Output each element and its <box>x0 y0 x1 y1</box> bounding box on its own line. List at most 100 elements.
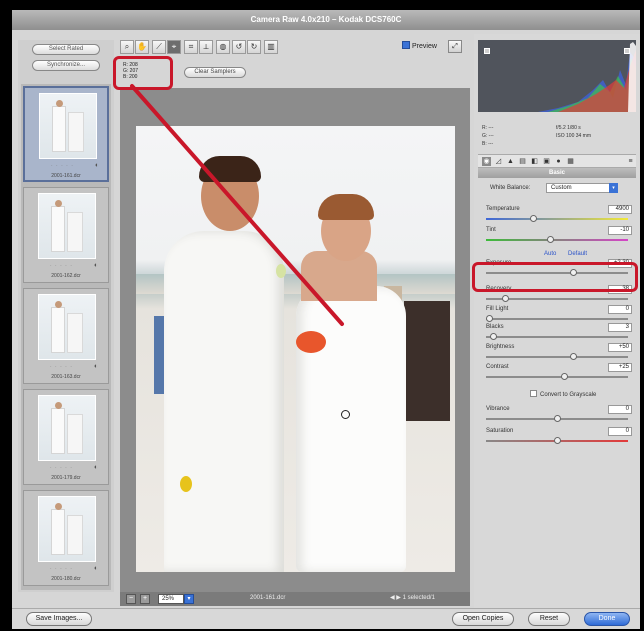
slider-track[interactable] <box>486 218 628 220</box>
hsl-tab-icon[interactable]: ▤ <box>518 157 527 166</box>
slider-vibrance[interactable]: Vibrance 0 <box>486 405 636 428</box>
thumbnail-item[interactable]: · · · · · ◐ 2001-162.dcr <box>23 187 109 283</box>
crop-icon[interactable]: ⌗ <box>184 40 198 54</box>
slider-label: Blacks <box>486 324 504 330</box>
straighten-icon[interactable]: ⟂ <box>199 40 213 54</box>
color-sampler-icon[interactable]: ⌖ <box>167 40 181 54</box>
shadow-clipping-toggle[interactable] <box>484 48 490 54</box>
slider-value-field[interactable]: +25 <box>608 363 632 372</box>
recovery-highlight-annotation <box>472 262 638 292</box>
slider-temperature[interactable]: Temperature 4900 <box>486 205 636 228</box>
convert-grayscale-label: Convert to Grayscale <box>540 392 597 398</box>
edited-badge-icon: ◐ <box>95 162 100 169</box>
auto-link[interactable]: Auto <box>544 251 556 257</box>
select-rated-button[interactable]: Select Rated <box>32 44 100 55</box>
rgb-readout: R: --- G: --- B: --- f/5.2 1/80 s ISO 10… <box>482 124 642 150</box>
zoom-dropdown-icon[interactable]: ▾ <box>184 594 194 604</box>
lens-corrections-tab-icon[interactable]: ▣ <box>542 157 551 166</box>
trash-icon[interactable]: ▥ <box>264 40 278 54</box>
slider-value-field[interactable]: 0 <box>608 305 632 314</box>
slider-track[interactable] <box>486 239 628 241</box>
slider-knob[interactable] <box>486 315 493 322</box>
white-balance-icon[interactable]: ⟋ <box>152 40 166 54</box>
camera-calibration-tab-icon[interactable]: ● <box>554 157 563 166</box>
rating-stars[interactable]: · · · · · <box>50 465 73 471</box>
sampler-highlight-annotation <box>113 56 173 90</box>
tone-curve-tab-icon[interactable]: ◿ <box>494 157 503 166</box>
thumbnail-item[interactable]: · · · · · ◐ 2001-161.dcr <box>23 86 109 182</box>
slider-knob[interactable] <box>502 295 509 302</box>
white-balance-select[interactable]: Custom ▾ <box>546 183 618 193</box>
split-toning-tab-icon[interactable]: ◧ <box>530 157 539 166</box>
image-navigation[interactable]: ◀ ▶ 1 selected/1 <box>390 594 435 601</box>
open-copies-button[interactable]: Open Copies <box>452 612 514 626</box>
thumbnail-filename: 2001-162.dcr <box>51 273 81 279</box>
presets-tab-icon[interactable]: ▦ <box>566 157 575 166</box>
slider-value-field[interactable]: 3 <box>608 323 632 332</box>
checkbox-unchecked-icon <box>530 390 537 397</box>
slider-knob[interactable] <box>554 415 561 422</box>
synchronize-button[interactable]: Synchronize... <box>32 60 100 71</box>
thumbnail-item[interactable]: · · · · · ◐ 2001-179.dcr <box>23 389 109 485</box>
preview-checkbox[interactable]: Preview <box>402 41 437 50</box>
slider-knob[interactable] <box>570 353 577 360</box>
zoom-out-button[interactable]: − <box>126 594 136 604</box>
clear-samplers-button[interactable]: Clear Samplers <box>184 67 246 78</box>
rating-stars[interactable]: · · · · · <box>51 163 74 169</box>
slider-value-field[interactable]: 0 <box>608 427 632 436</box>
thumbnail-item[interactable]: · · · · · ◐ 2001-180.dcr <box>23 490 109 586</box>
readout-b: B: --- <box>482 141 494 147</box>
slider-tint[interactable]: Tint -10 <box>486 226 636 249</box>
done-button[interactable]: Done <box>584 612 630 626</box>
highlight-clipping-toggle[interactable] <box>624 48 630 54</box>
slider-track[interactable] <box>486 356 628 358</box>
slider-value-field[interactable]: -10 <box>608 226 632 235</box>
hand-icon[interactable]: ✋ <box>135 40 149 54</box>
slider-knob[interactable] <box>561 373 568 380</box>
slider-track[interactable] <box>486 376 628 378</box>
retouch-icon[interactable]: ◍ <box>216 40 230 54</box>
slider-value-field[interactable]: 0 <box>608 405 632 414</box>
slider-track[interactable] <box>486 336 628 338</box>
zoom-in-button[interactable]: + <box>140 594 150 604</box>
rating-stars[interactable]: · · · · · <box>50 566 73 572</box>
save-images-button[interactable]: Save Images... <box>26 612 92 626</box>
wedding-photo-preview[interactable] <box>136 126 455 572</box>
reset-button[interactable]: Reset <box>528 612 570 626</box>
thumbnail-image <box>38 395 96 461</box>
slider-knob[interactable] <box>547 236 554 243</box>
window-title: Camera Raw 4.0x210 – Kodak DCS760C <box>12 10 640 30</box>
slider-knob[interactable] <box>490 333 497 340</box>
convert-grayscale-checkbox[interactable]: Convert to Grayscale <box>530 390 596 398</box>
slider-value-field[interactable]: +50 <box>608 343 632 352</box>
auto-default-links: Auto Default <box>544 251 597 257</box>
slider-knob[interactable] <box>530 215 537 222</box>
current-filename: 2001-161.dcr <box>250 595 286 601</box>
thumbnail-filename: 2001-180.dcr <box>51 576 81 582</box>
rotate-left-icon[interactable]: ↺ <box>232 40 246 54</box>
white-balance-value: Custom <box>551 185 572 191</box>
fullscreen-icon[interactable]: ⤢ <box>448 40 462 53</box>
camera-raw-window: Camera Raw 4.0x210 – Kodak DCS760C Selec… <box>12 10 640 629</box>
slider-value-field[interactable]: 4900 <box>608 205 632 214</box>
default-link[interactable]: Default <box>568 251 587 257</box>
histogram <box>478 40 636 112</box>
rating-stars[interactable]: · · · · · <box>50 364 73 370</box>
basic-tab-icon[interactable]: ◉ <box>482 157 491 166</box>
panel-menu-icon[interactable]: ≡ <box>626 157 635 166</box>
edited-badge-icon: ◐ <box>94 363 99 370</box>
rotate-right-icon[interactable]: ↻ <box>247 40 261 54</box>
slider-saturation[interactable]: Saturation 0 <box>486 427 636 450</box>
slider-contrast[interactable]: Contrast +25 <box>486 363 636 386</box>
zoom-icon[interactable]: ⌕ <box>120 40 134 54</box>
slider-label: Fill Light <box>486 306 509 312</box>
image-preview-area[interactable] <box>120 88 470 592</box>
color-sampler-marker-icon[interactable] <box>341 410 350 419</box>
detail-tab-icon[interactable]: ▲ <box>506 157 515 166</box>
rating-stars[interactable]: · · · · · <box>50 263 73 269</box>
zoom-level-field[interactable]: 25% <box>158 594 184 604</box>
slider-knob[interactable] <box>554 437 561 444</box>
thumbnail-item[interactable]: · · · · · ◐ 2001-163.dcr <box>23 288 109 384</box>
slider-track[interactable] <box>486 318 628 320</box>
slider-label: Contrast <box>486 364 509 370</box>
